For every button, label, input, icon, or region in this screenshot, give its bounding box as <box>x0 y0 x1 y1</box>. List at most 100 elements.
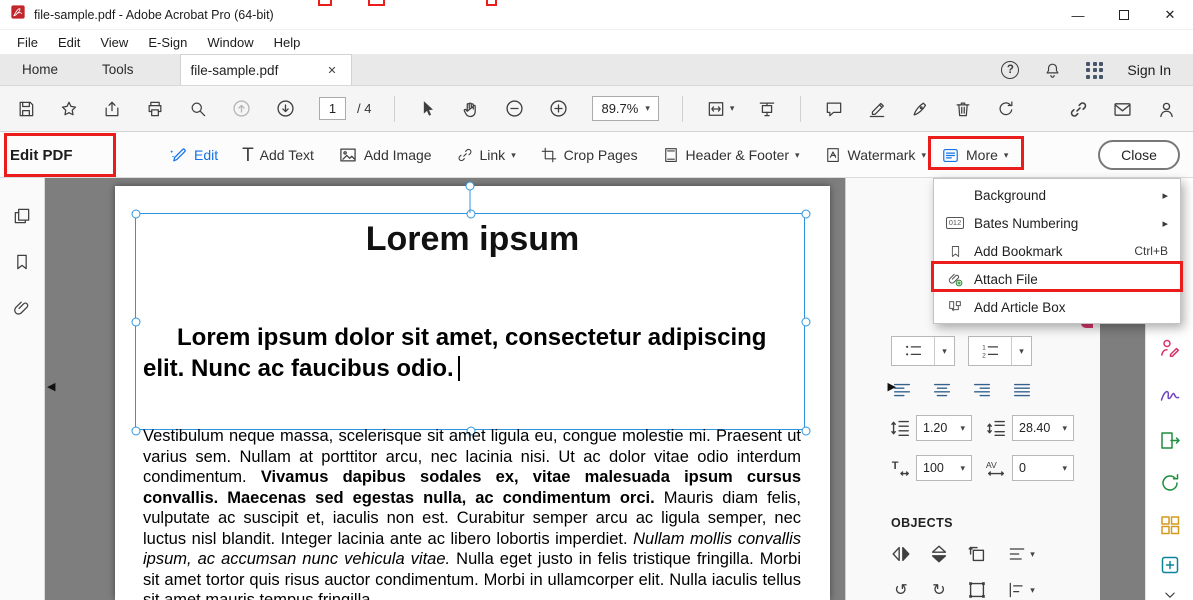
hand-tool-icon[interactable] <box>461 99 481 119</box>
page-number-input[interactable]: 1 <box>319 97 346 120</box>
request-signatures-icon[interactable] <box>1157 335 1183 361</box>
tab-home[interactable]: Home <box>0 54 80 85</box>
menu-edit[interactable]: Edit <box>49 33 89 52</box>
rotate-pages-icon[interactable] <box>996 99 1016 119</box>
text-cursor <box>458 356 460 381</box>
add-text-button[interactable]: T Add Text <box>242 146 314 165</box>
reading-mode-icon[interactable] <box>757 99 777 119</box>
align-objects-dropdown[interactable]: ▾ <box>1002 578 1040 600</box>
tab-close-icon[interactable]: ✕ <box>323 62 340 79</box>
fill-and-sign-icon[interactable] <box>1157 383 1183 409</box>
tab-tools[interactable]: Tools <box>80 54 156 85</box>
attachments-panel-icon[interactable] <box>12 298 32 318</box>
flip-vertical-icon[interactable] <box>926 542 952 566</box>
menu-item-bates-numbering[interactable]: 012 Bates Numbering ▸ <box>934 209 1180 237</box>
crop-pages-button[interactable]: Crop Pages <box>540 146 638 164</box>
convert-pdf-icon[interactable] <box>1157 470 1183 496</box>
profile-icon[interactable] <box>1156 99 1177 120</box>
notifications-bell-icon[interactable] <box>1043 61 1062 80</box>
line-spacing-dropdown[interactable]: 1.20 ▾ <box>916 415 972 441</box>
document-title[interactable]: Lorem ipsum <box>115 220 830 259</box>
previous-page-icon[interactable] <box>231 98 252 119</box>
menu-item-background[interactable]: Background ▸ <box>934 181 1180 209</box>
more-tools-chevron-icon[interactable] <box>1157 582 1183 600</box>
menu-file[interactable]: File <box>8 33 47 52</box>
header-footer-button[interactable]: Header & Footer ▾ <box>662 146 800 164</box>
close-window-button[interactable]: ✕ <box>1147 0 1193 30</box>
align-justify-icon[interactable] <box>1010 378 1034 402</box>
next-page-icon[interactable] <box>275 98 296 119</box>
organize-pages-icon[interactable] <box>1157 512 1183 538</box>
menu-window[interactable]: Window <box>198 33 262 52</box>
share-icon[interactable] <box>102 99 122 119</box>
align-right-icon[interactable] <box>970 378 994 402</box>
menu-item-add-article-box[interactable]: Add Article Box <box>934 293 1180 321</box>
sign-pen-icon[interactable] <box>910 99 930 119</box>
collapse-right-panel-icon[interactable]: ▶ <box>888 380 896 393</box>
menu-esign[interactable]: E-Sign <box>139 33 196 52</box>
email-icon[interactable] <box>1112 99 1133 120</box>
menu-view[interactable]: View <box>91 33 137 52</box>
horizontal-scale-dropdown[interactable]: 100 ▾ <box>916 455 972 481</box>
help-icon[interactable]: ? <box>1001 61 1019 79</box>
zoom-in-icon[interactable] <box>548 98 569 119</box>
selection-handle[interactable] <box>802 318 811 327</box>
sign-in-button[interactable]: Sign In <box>1127 62 1171 78</box>
tab-document-label: file-sample.pdf <box>191 63 279 78</box>
selection-handle[interactable] <box>132 427 141 436</box>
menu-item-add-bookmark[interactable]: Add Bookmark Ctrl+B <box>934 237 1180 265</box>
rotate-clockwise-icon[interactable]: ↻ <box>926 578 952 600</box>
save-icon[interactable] <box>16 99 36 119</box>
star-icon[interactable] <box>59 99 79 119</box>
menu-help[interactable]: Help <box>265 33 310 52</box>
document-subtitle[interactable]: Lorem ipsum dolor sit amet, consectetur … <box>143 322 788 384</box>
flip-horizontal-icon[interactable] <box>888 542 914 566</box>
numbered-list-dropdown[interactable]: 12 ▾ <box>968 336 1032 366</box>
menu-item-label: Add Article Box <box>974 300 1168 315</box>
zoom-out-icon[interactable] <box>504 98 525 119</box>
bullet-list-dropdown[interactable]: ▾ <box>891 336 955 366</box>
print-icon[interactable] <box>145 99 165 119</box>
collapse-left-panel-icon[interactable]: ◀ <box>47 380 55 393</box>
paragraph-spacing-dropdown[interactable]: 28.40 ▾ <box>1012 415 1074 441</box>
character-spacing-dropdown[interactable]: 0 ▾ <box>1012 455 1074 481</box>
doc-body[interactable]: Vestibulum neque massa, scelerisque sit … <box>143 426 801 600</box>
comment-icon[interactable] <box>824 99 844 119</box>
selection-handle[interactable] <box>132 210 141 219</box>
rotation-handle[interactable] <box>466 182 475 191</box>
minimize-button[interactable]: — <box>1055 0 1101 30</box>
maximize-button[interactable] <box>1101 0 1147 30</box>
selection-handle[interactable] <box>132 318 141 327</box>
add-image-button[interactable]: Add Image <box>338 145 432 165</box>
tab-document[interactable]: file-sample.pdf ✕ <box>180 54 352 85</box>
app-grid-icon[interactable] <box>1086 62 1103 79</box>
watermark-button[interactable]: Watermark ▾ <box>824 146 926 164</box>
select-cursor-icon[interactable] <box>418 99 438 119</box>
compress-pdf-icon[interactable] <box>1157 552 1183 578</box>
bookmarks-panel-icon[interactable] <box>12 252 32 272</box>
crop-object-icon[interactable] <box>964 542 990 566</box>
zoom-level-dropdown[interactable]: 89.7%▾ <box>592 96 658 121</box>
page-thumbnails-icon[interactable] <box>12 206 32 226</box>
trash-icon[interactable] <box>953 99 973 119</box>
align-center-icon[interactable] <box>930 378 954 402</box>
more-button[interactable]: More ▾ <box>941 140 1008 170</box>
edit-tool-button[interactable]: Edit <box>168 145 218 165</box>
link-icon[interactable] <box>1068 99 1089 120</box>
close-edit-button[interactable]: Close <box>1098 140 1180 170</box>
search-zoom-icon[interactable] <box>188 99 208 119</box>
highlighter-icon[interactable] <box>867 99 887 119</box>
menu-item-attach-file[interactable]: Attach File <box>934 265 1180 293</box>
selection-handle[interactable] <box>802 210 811 219</box>
pdf-page[interactable]: Lorem ipsum Lorem ipsum dolor sit amet, … <box>115 186 830 600</box>
selection-handle[interactable] <box>467 210 476 219</box>
export-pdf-icon[interactable] <box>1157 428 1183 454</box>
rotate-counterclockwise-icon[interactable]: ↺ <box>888 578 914 600</box>
fit-width-icon[interactable]: ▾ <box>706 99 735 119</box>
titlebar: file-sample.pdf - Adobe Acrobat Pro (64-… <box>0 0 1193 30</box>
selection-handle[interactable] <box>802 427 811 436</box>
object-frame-icon[interactable] <box>964 578 990 600</box>
link-menu-button[interactable]: Link ▾ <box>456 146 516 164</box>
rotation-handle-stem <box>470 189 471 213</box>
arrange-objects-dropdown[interactable]: ▾ <box>1002 542 1040 566</box>
